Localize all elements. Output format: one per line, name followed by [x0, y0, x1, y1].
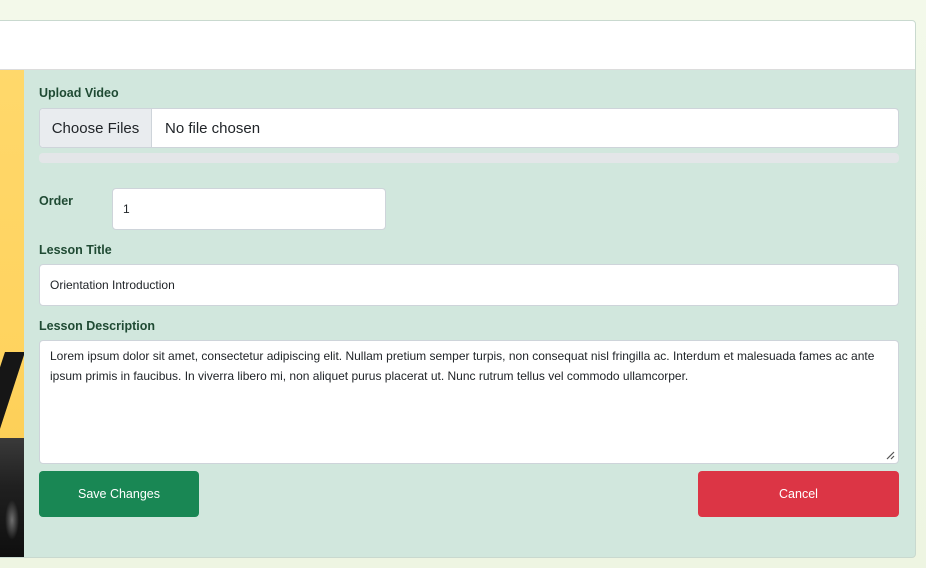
lesson-title-label: Lesson Title — [39, 243, 112, 257]
order-input[interactable]: 1 — [112, 188, 386, 230]
lesson-description-textarea[interactable]: Lorem ipsum dolor sit amet, consectetur … — [39, 340, 899, 464]
thumbnail-stripe — [0, 352, 24, 438]
cancel-button[interactable]: Cancel — [698, 471, 899, 517]
resize-grip-icon[interactable] — [885, 450, 895, 460]
video-thumbnail — [0, 70, 24, 557]
file-status-text: No file chosen — [165, 119, 261, 137]
lesson-title-input[interactable]: Orientation Introduction — [39, 264, 899, 306]
order-label: Order — [39, 194, 74, 208]
save-changes-button[interactable]: Save Changes — [39, 471, 199, 517]
thumbnail-highlight — [5, 500, 19, 540]
upload-video-label: Upload Video — [39, 86, 119, 100]
thumbnail-dark-area — [0, 438, 24, 557]
upload-progress-bar — [39, 153, 899, 163]
card-header — [0, 21, 915, 70]
lesson-description-label: Lesson Description — [39, 319, 155, 333]
lesson-description-text: Lorem ipsum dolor sit amet, consectetur … — [50, 349, 875, 383]
choose-files-button[interactable]: Choose Files — [40, 109, 152, 147]
upload-video-input[interactable]: Choose Files No file chosen — [39, 108, 899, 148]
